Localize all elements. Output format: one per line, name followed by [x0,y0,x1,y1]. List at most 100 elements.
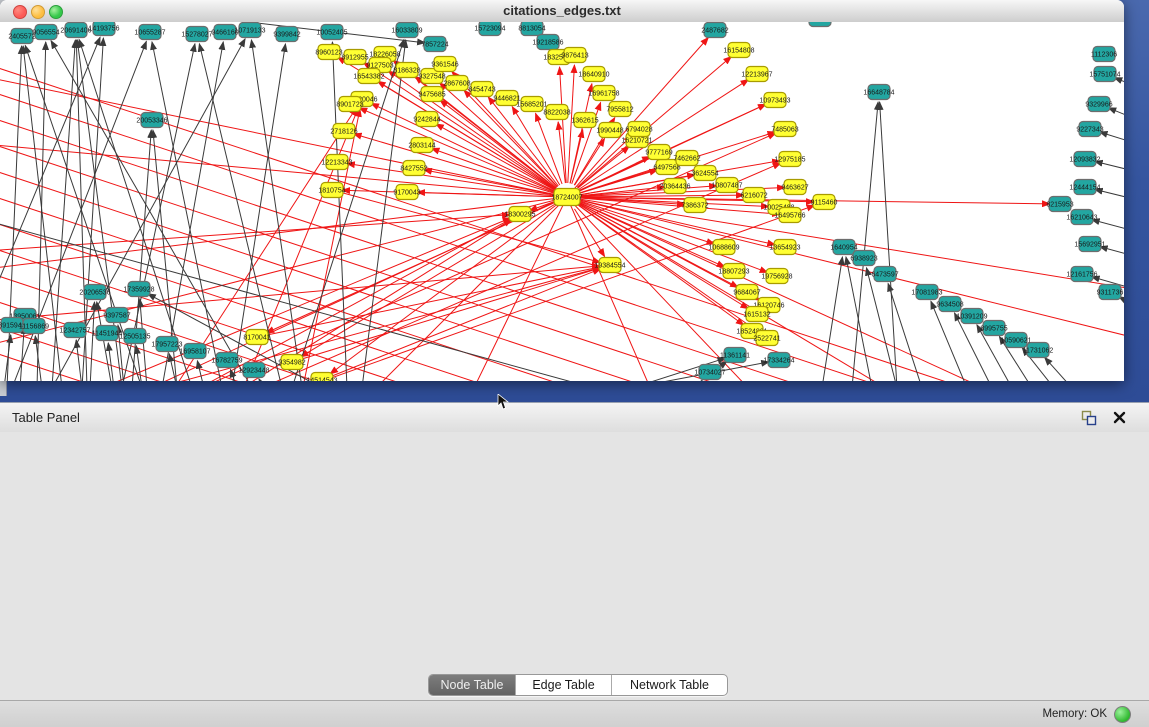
graph-node-label: 10807487 [711,183,742,190]
graph-node-label: 8454743 [468,87,495,94]
window-title: citations_edges.txt [0,3,1124,18]
graph-node-label: 18807293 [718,269,749,276]
graph-node-label: 1112306 [1091,52,1117,59]
graph-node-label: 17334264 [763,358,794,365]
tab-node-table[interactable]: Node Table [429,675,516,695]
graph-edge[interactable] [852,102,878,381]
graph-node-label: 9777169 [645,150,672,157]
graph-node-label: 6938923 [850,256,877,263]
graph-node-label: 6497568 [653,165,680,172]
graph-node-label: 12161756 [1066,272,1097,279]
graph-node-label: 16958107 [179,349,210,356]
graph-node-label: 17957223 [151,342,182,349]
graph-node-label: 8901723 [336,102,363,109]
graph-edge[interactable] [292,268,600,362]
graph-node-label: 2487682 [701,28,728,35]
graph-node-label: 9227343 [1076,127,1103,134]
graph-node-label: 19384554 [594,263,625,270]
graph-node-label: 12213967 [741,72,772,79]
graph-node-label: 11156869 [19,324,49,331]
graph-node-label: 1990448 [596,128,623,135]
graph-edge[interactable] [417,192,553,196]
graph-node-label: 16033809 [391,28,422,35]
graph-node-label: 8960123 [315,50,342,57]
graph-node-label: 9399842 [273,32,300,39]
graph-node-label: 9242844 [413,117,440,124]
status-bar: Memory: OK [0,700,1149,727]
graph-node-label: 15692951 [1074,242,1105,249]
graph-node-label: 15751074 [1089,72,1120,79]
citation-graph[interactable]: 1872400724055729056554206914061419375610… [0,22,1124,381]
graph-node-label: 19218586 [532,40,563,47]
graph-node-label: 16495766 [774,213,805,220]
close-panel-icon[interactable] [1112,410,1127,425]
graph-node-label: 18640910 [578,72,609,79]
graph-node-label: 6216072 [740,193,767,200]
graph-node-label: 10973493 [759,98,790,105]
graph-node-label: 10590621 [1000,338,1031,345]
graph-node-label: 15723094 [474,26,505,33]
graph-node-label: 10391209 [956,314,987,321]
graph-node-label: 9475685 [418,92,445,99]
graph-node-label: 8813054 [518,26,545,33]
network-window-titlebar[interactable]: citations_edges.txt [0,0,1124,23]
graph-edge[interactable] [76,340,82,381]
graph-node-label: 9684067 [733,290,760,297]
graph-node-label: 9056554 [32,30,59,37]
graph-edge[interactable] [108,343,114,381]
graph-node-label: 8427552 [400,166,427,173]
graph-node-label: 12342757 [59,328,90,335]
graph-edge[interactable] [142,104,766,381]
graph-node-label: 1362615 [571,118,598,125]
graph-node-label: 8822038 [543,110,570,117]
graph-node-label: 8995755 [980,326,1007,333]
graph-node-label: 9397587 [103,313,130,320]
graph-edge[interactable] [192,133,776,381]
graph-edge[interactable] [90,302,94,381]
graph-node-label: 16154808 [723,48,754,55]
graph-node-label: 17081983 [911,290,942,297]
memory-status-label: Memory: OK [1042,708,1107,720]
graph-node-label: 7386372 [681,203,708,210]
graph-node-label: 2867608 [443,81,470,88]
graph-node-label: 16961758 [588,91,619,98]
table-tabbar: Node TableEdge TableNetwork Table [0,672,1149,698]
graph-node-label: 9361546 [431,62,458,69]
graph-node-label: 9327548 [418,74,445,81]
graph-node-label: 10719133 [234,28,265,35]
graph-node-label: 7955812 [606,107,633,114]
tab-edge-table[interactable]: Edge Table [516,675,612,695]
memory-status-icon[interactable] [1114,706,1131,723]
graph-node-label: 12923448 [238,368,269,375]
graph-edge[interactable] [1045,357,1072,381]
graph-edge[interactable] [0,264,1022,381]
graph-node-label: 16648784 [863,90,894,97]
graph-edge[interactable] [472,197,567,381]
network-canvas[interactable]: 1872400724055729056554206914061419375610… [0,22,1124,381]
graph-edge[interactable] [347,164,553,195]
tab-network-table[interactable]: Network Table [612,675,727,695]
graph-edge[interactable] [0,108,1022,381]
graph-node-label: 6473597 [871,272,898,279]
graph-node-label: 10655287 [134,30,165,37]
graph-edge[interactable] [567,197,1124,342]
graph-node-label: 15278027 [181,32,212,39]
graph-edge[interactable] [301,204,555,357]
graph-node-label: 10052405 [316,30,347,37]
graph-edge[interactable] [20,326,24,381]
graph-edge[interactable] [302,109,360,381]
graph-edge[interactable] [0,37,100,292]
graph-node-label: 12093832 [1069,157,1100,164]
graph-node-label: 9463627 [781,185,808,192]
float-window-icon[interactable] [1081,410,1097,426]
graph-edge[interactable] [1108,108,1124,120]
graph-node-label: 10688609 [708,245,739,252]
graph-node-label: 6794028 [625,127,652,134]
graph-node-label: 11361141 [720,353,750,360]
graph-edge[interactable] [880,102,897,381]
graph-edge[interactable] [1100,132,1124,144]
graph-node-label: 16782759 [211,358,242,365]
graph-node-label: 12505135 [119,334,150,341]
graph-node-label: 7857224 [421,42,448,49]
graph-edge[interactable] [259,379,264,381]
